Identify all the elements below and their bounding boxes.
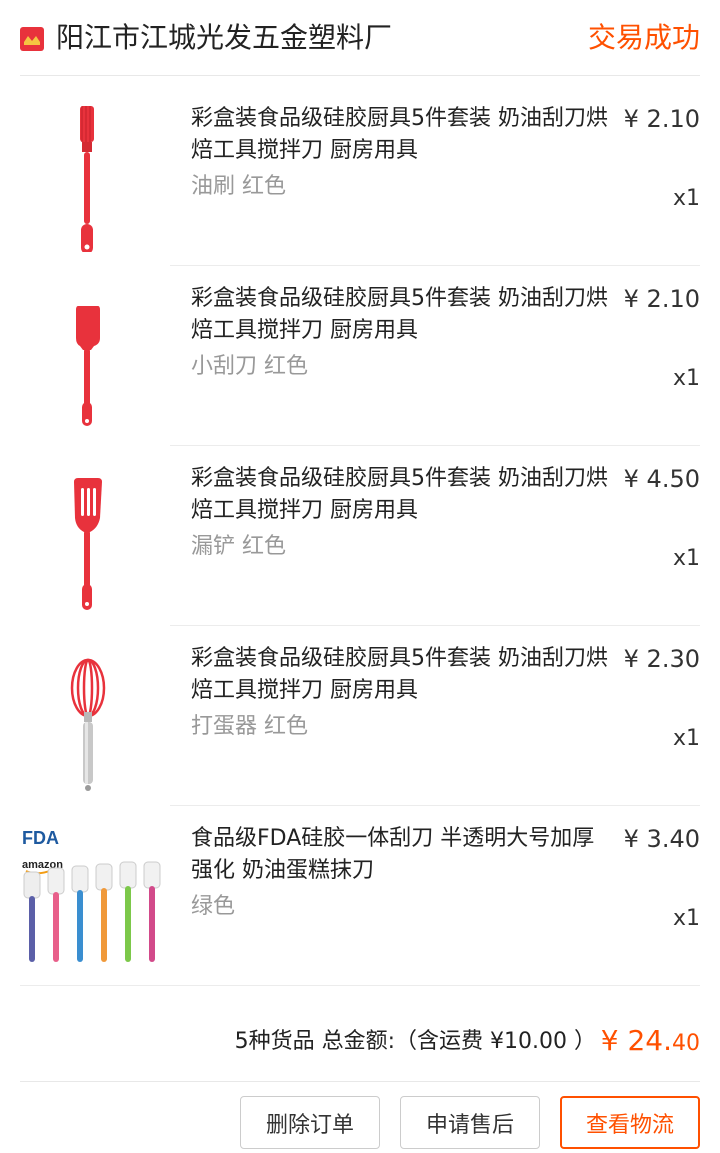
item-quantity: x1 [672,186,700,211]
item-sku: 打蛋器 红色 [191,714,308,739]
item-price: ¥ 3.40 [623,825,700,853]
total-amount-cents: 40 [672,1031,700,1056]
order-item[interactable]: 彩盒装食品级硅胶厨具5件套装 奶油刮刀烘焙工具搅拌刀 厨房用具 漏铲 红色 ¥ … [0,446,720,626]
total-amount: ¥ 24.40 [601,1024,700,1061]
item-price: ¥ 2.10 [623,285,700,313]
delete-order-button[interactable]: 删除订单 [240,1096,380,1149]
order-status: 交易成功 [587,21,700,54]
shop-header: 阳江市江城光发五金塑料厂 交易成功 [0,0,720,76]
item-sku: 油刷 红色 [191,174,286,199]
item-divider [20,985,700,986]
product-image-turner [74,478,102,610]
product-image-spatula-set: FDA amazon [22,828,161,962]
total-amount-main: ¥ 24. [600,1024,672,1057]
item-title[interactable]: 彩盒装食品级硅胶厨具5件套装 奶油刮刀烘焙工具搅拌刀 厨房用具 [191,643,611,707]
item-sku: 小刮刀 红色 [191,354,308,379]
header-divider [20,75,700,76]
item-quantity: x1 [672,366,700,391]
item-title[interactable]: 彩盒装食品级硅胶厨具5件套装 奶油刮刀烘焙工具搅拌刀 厨房用具 [191,463,611,527]
order-item[interactable]: 彩盒装食品级硅胶厨具5件套装 奶油刮刀烘焙工具搅拌刀 厨房用具 油刷 红色 ¥ … [0,86,720,266]
order-item[interactable]: 彩盒装食品级硅胶厨具5件套装 奶油刮刀烘焙工具搅拌刀 厨房用具 小刮刀 红色 ¥… [0,266,720,446]
item-price: ¥ 4.50 [623,465,700,493]
item-price: ¥ 2.30 [623,645,700,673]
item-price: ¥ 2.10 [623,105,700,133]
spatula-group [23,861,161,962]
summary-divider [20,1081,700,1082]
item-title[interactable]: 彩盒装食品级硅胶厨具5件套装 奶油刮刀烘焙工具搅拌刀 厨房用具 [191,283,611,347]
item-quantity: x1 [672,726,700,751]
product-image-brush [80,106,94,252]
item-sku: 绿色 [191,894,236,919]
order-detail-page: 阳江市江城光发五金塑料厂 交易成功 彩盒装食品级硅胶厨具5件套装 奶油刮刀烘焙工… [0,0,720,1153]
item-title[interactable]: 彩盒装食品级硅胶厨具5件套装 奶油刮刀烘焙工具搅拌刀 厨房用具 [191,103,611,167]
view-logistics-button[interactable]: 查看物流 [560,1096,700,1149]
product-image-spatula [76,306,100,426]
shop-name[interactable]: 阳江市江城光发五金塑料厂 [56,19,392,57]
after-sale-button[interactable]: 申请售后 [400,1096,540,1149]
item-quantity: x1 [672,546,700,571]
order-item[interactable]: 彩盒装食品级硅胶厨具5件套装 奶油刮刀烘焙工具搅拌刀 厨房用具 打蛋器 红色 ¥… [0,626,720,806]
item-title[interactable]: 食品级FDA硅胶一体刮刀 半透明大号加厚强化 奶油蛋糕抹刀 [191,823,611,887]
fda-logo-text: FDA [22,828,59,848]
item-sku: 漏铲 红色 [191,534,286,559]
item-quantity: x1 [672,906,700,931]
summary-text: 5种货品 总金额:（含运费 ¥10.00 ） [234,1029,596,1054]
order-summary: 5种货品 总金额:（含运费 ¥10.00 ） ¥ 24.40 [0,1016,720,1082]
order-item[interactable]: FDA amazon 食品级FDA硅胶一体刮刀 半透明大号加厚强化 奶油蛋糕抹刀… [0,806,720,986]
product-image-whisk [70,658,106,791]
shop-badge-icon [20,27,44,51]
